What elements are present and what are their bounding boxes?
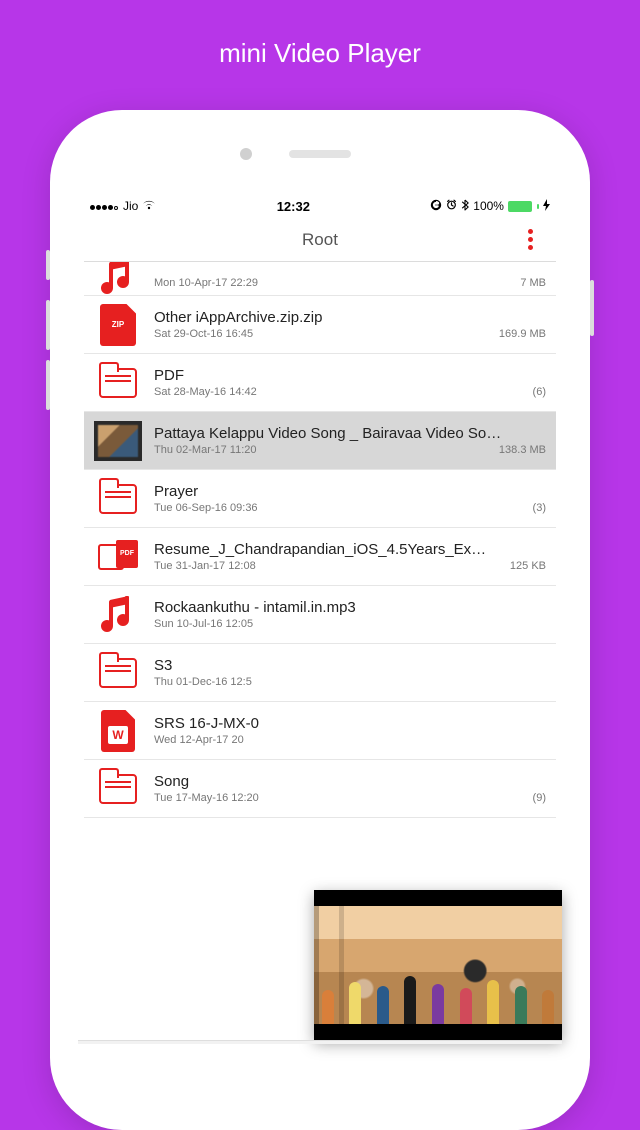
file-meta: Resume_J_Chandrapandian_iOS_4.5Years_Ex…… bbox=[154, 541, 546, 572]
folder-icon bbox=[99, 774, 137, 804]
file-date: Sat 28-May-16 14:42 bbox=[154, 386, 257, 398]
file-size: 125 KB bbox=[510, 560, 546, 572]
mute-switch bbox=[46, 250, 50, 280]
file-name: Rockaankuthu - intamil.in.mp3 bbox=[154, 599, 546, 616]
file-thumb: W bbox=[94, 710, 142, 752]
file-name: Other iAppArchive.zip.zip bbox=[154, 309, 546, 326]
file-meta: Prayer Tue 06-Sep-16 09:36 (3) bbox=[154, 483, 546, 514]
file-meta: PDF Sat 28-May-16 14:42 (6) bbox=[154, 367, 546, 398]
file-thumb bbox=[94, 652, 142, 694]
file-size: (9) bbox=[533, 792, 546, 804]
file-date: Sat 29-Oct-16 16:45 bbox=[154, 328, 253, 340]
alarm-icon bbox=[446, 199, 457, 213]
file-date: Thu 02-Mar-17 11:20 bbox=[154, 444, 257, 456]
music-icon bbox=[99, 262, 137, 296]
file-row[interactable]: ZIP Other iAppArchive.zip.zip Sat 29-Oct-1… bbox=[84, 296, 556, 354]
file-size: (6) bbox=[533, 386, 546, 398]
phone-speaker bbox=[289, 150, 351, 158]
file-row[interactable]: W SRS 16-J-MX-0 Wed 12-Apr-17 20 bbox=[84, 702, 556, 760]
file-thumb bbox=[94, 478, 142, 520]
file-row[interactable]: PDF Sat 28-May-16 14:42 (6) bbox=[84, 354, 556, 412]
file-meta: Pattaya Kelappu Video Song _ Bairavaa Vi… bbox=[154, 425, 546, 456]
file-thumb bbox=[94, 594, 142, 636]
tab-bar[interactable] bbox=[78, 1040, 562, 1044]
file-thumb: ZIP bbox=[94, 304, 142, 346]
front-camera bbox=[240, 148, 252, 160]
file-thumb bbox=[94, 265, 142, 289]
carrier-label: Jio bbox=[123, 199, 138, 213]
folder-icon bbox=[99, 484, 137, 514]
file-row[interactable]: Pattaya Kelappu Video Song _ Bairavaa Vi… bbox=[84, 412, 556, 470]
file-row[interactable]: Rockaankuthu - intamil.in.mp3 Sun 10-Jul-… bbox=[84, 586, 556, 644]
zip-icon: ZIP bbox=[100, 304, 136, 346]
file-date: Tue 31-Jan-17 12:08 bbox=[154, 560, 256, 572]
file-name: Prayer bbox=[154, 483, 546, 500]
file-meta: Other iAppArchive.zip.zip Sat 29-Oct-16 1… bbox=[154, 309, 546, 340]
charging-icon bbox=[543, 199, 550, 214]
file-meta: Song Tue 17-May-16 12:20 (9) bbox=[154, 773, 546, 804]
file-row[interactable]: PDF Resume_J_Chandrapandian_iOS_4.5Years_… bbox=[84, 528, 556, 586]
volume-down-button bbox=[46, 360, 50, 410]
rotation-lock-icon bbox=[430, 199, 442, 214]
file-name: Pattaya Kelappu Video Song _ Bairavaa Vi… bbox=[154, 425, 546, 442]
file-name: PDF bbox=[154, 367, 546, 384]
file-name: Song bbox=[154, 773, 546, 790]
pdf-icon: PDF bbox=[98, 540, 138, 574]
file-name: SRS 16-J-MX-0 bbox=[154, 715, 546, 732]
file-name: Resume_J_Chandrapandian_iOS_4.5Years_Ex… bbox=[154, 541, 546, 558]
file-row[interactable]: Prayer Tue 06-Sep-16 09:36 (3) bbox=[84, 470, 556, 528]
status-bar: Jio 12:32 100% bbox=[84, 194, 556, 218]
folder-icon bbox=[99, 368, 137, 398]
nav-bar: Root bbox=[84, 218, 556, 262]
file-thumb: PDF bbox=[94, 536, 142, 578]
file-row[interactable]: S3 Thu 01-Dec-16 12:5 bbox=[84, 644, 556, 702]
file-size: (3) bbox=[533, 502, 546, 514]
status-time: 12:32 bbox=[277, 199, 310, 214]
phone-frame: Jio 12:32 100% bbox=[50, 110, 590, 1130]
file-meta: Rockaankuthu - intamil.in.mp3 Sun 10-Jul-… bbox=[154, 599, 546, 630]
file-thumb bbox=[94, 768, 142, 810]
file-meta: SRS 16-J-MX-0 Wed 12-Apr-17 20 bbox=[154, 715, 546, 746]
file-row[interactable]: Mon 10-Apr-17 22:29 7 MB bbox=[84, 262, 556, 296]
file-date: Mon 10-Apr-17 22:29 bbox=[154, 277, 258, 289]
file-date: Tue 06-Sep-16 09:36 bbox=[154, 502, 258, 514]
file-date: Sun 10-Jul-16 12:05 bbox=[154, 618, 253, 630]
volume-up-button bbox=[46, 300, 50, 350]
battery-icon bbox=[508, 201, 532, 212]
file-meta: Mon 10-Apr-17 22:29 7 MB bbox=[154, 275, 546, 289]
music-icon bbox=[99, 596, 137, 634]
mini-video-player[interactable] bbox=[314, 890, 562, 1040]
word-doc-icon: W bbox=[101, 710, 135, 752]
file-size: 7 MB bbox=[520, 277, 546, 289]
file-date: Thu 01-Dec-16 12:5 bbox=[154, 676, 252, 688]
nav-title: Root bbox=[302, 230, 338, 250]
file-thumb bbox=[94, 362, 142, 404]
file-size: 138.3 MB bbox=[499, 444, 546, 456]
video-thumbnail-icon bbox=[94, 421, 142, 461]
more-menu-button[interactable] bbox=[518, 218, 542, 261]
file-name: S3 bbox=[154, 657, 546, 674]
file-thumb bbox=[94, 420, 142, 462]
bluetooth-icon bbox=[461, 199, 469, 214]
file-row[interactable]: Song Tue 17-May-16 12:20 (9) bbox=[84, 760, 556, 818]
video-content bbox=[314, 964, 562, 1024]
file-date: Wed 12-Apr-17 20 bbox=[154, 734, 244, 746]
folder-icon bbox=[99, 658, 137, 688]
battery-percent: 100% bbox=[473, 199, 504, 213]
wifi-icon bbox=[142, 200, 156, 213]
file-date: Tue 17-May-16 12:20 bbox=[154, 792, 259, 804]
signal-strength-icon bbox=[90, 199, 119, 213]
power-button bbox=[590, 280, 594, 336]
file-size: 169.9 MB bbox=[499, 328, 546, 340]
file-meta: S3 Thu 01-Dec-16 12:5 bbox=[154, 657, 546, 688]
promo-title: mini Video Player bbox=[0, 0, 640, 93]
